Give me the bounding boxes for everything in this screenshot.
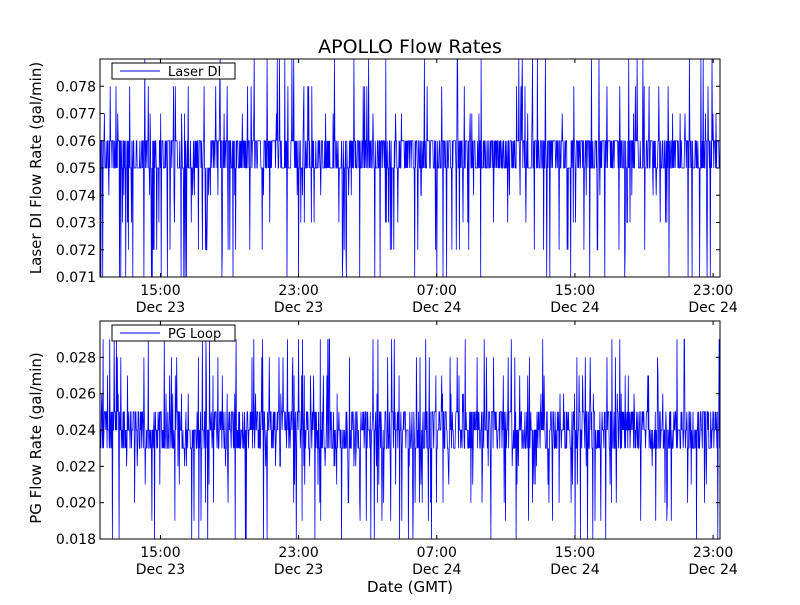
y-tick-label: 0.074 [56, 188, 96, 204]
y-tick-label: 0.020 [56, 496, 96, 512]
x-tick-time-label: 15:00 [140, 283, 180, 299]
legend: PG Loop [111, 324, 236, 342]
x-tick-date-label: Dec 24 [412, 300, 461, 316]
y-tick-label: 0.072 [56, 243, 96, 259]
legend: Laser DI [111, 62, 236, 80]
x-tick-time-label: 23:00 [693, 283, 733, 299]
legend-label: PG Loop [168, 327, 221, 342]
x-tick-time-label: 07:00 [417, 545, 457, 561]
y-tick-label: 0.026 [56, 387, 96, 403]
x-tick-date-label: Dec 23 [274, 300, 323, 316]
x-tick-date-label: Dec 24 [550, 300, 599, 316]
x-tick-time-label: 23:00 [693, 545, 733, 561]
x-tick-time-label: 23:00 [278, 283, 318, 299]
x-axis-label: Date (GMT) [367, 578, 453, 596]
x-tick-time-label: 15:00 [140, 545, 180, 561]
x-tick-date-label: Dec 24 [688, 300, 737, 316]
y-tick-label: 0.071 [56, 270, 96, 286]
y-tick-label: 0.076 [56, 134, 96, 150]
y-tick-label: 0.078 [56, 79, 96, 95]
y-tick-label: 0.073 [56, 216, 96, 232]
x-tick-date-label: Dec 24 [688, 562, 737, 578]
y-tick-label: 0.024 [56, 423, 96, 439]
x-tick-date-label: Dec 24 [412, 562, 461, 578]
x-tick-time-label: 23:00 [278, 545, 318, 561]
x-tick-time-label: 15:00 [555, 545, 595, 561]
x-tick-time-label: 15:00 [555, 283, 595, 299]
x-tick-date-label: Dec 24 [550, 562, 599, 578]
legend-label: Laser DI [168, 65, 221, 80]
x-tick-date-label: Dec 23 [136, 300, 185, 316]
x-tick-date-label: Dec 23 [274, 562, 323, 578]
chart-title: APOLLO Flow Rates [318, 36, 502, 58]
y-tick-label: 0.077 [56, 107, 96, 123]
y-tick-label: 0.022 [56, 459, 96, 475]
laser-di-y-axis-label: Laser DI Flow Rate (gal/min) [27, 62, 45, 274]
y-tick-label: 0.018 [56, 532, 96, 548]
x-tick-date-label: Dec 23 [136, 562, 185, 578]
y-tick-label: 0.075 [56, 161, 96, 177]
pg-loop-y-axis-label: PG Flow Rate (gal/min) [27, 352, 45, 524]
x-tick-time-label: 07:00 [417, 283, 457, 299]
flow-rates-chart: APOLLO Flow Rates Laser DI Flow Rate (ga… [0, 0, 800, 600]
y-tick-label: 0.028 [56, 350, 96, 366]
